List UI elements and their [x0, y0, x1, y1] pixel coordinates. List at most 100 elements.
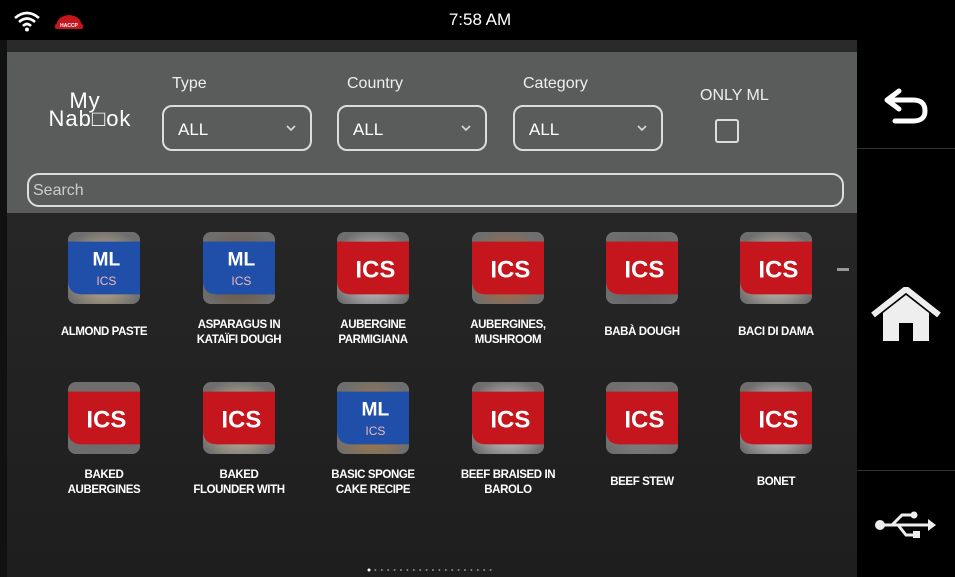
recipe-name-line1: AUBERGINE [340, 319, 406, 331]
recipe-name-line1: BAKED [84, 469, 124, 481]
recipe-tile[interactable]: ICS BEEF STEW [575, 382, 705, 517]
recipe-image: ICS [740, 232, 812, 304]
page-dot [464, 569, 466, 571]
recipe-name: BAKED AUBERGINES [37, 468, 171, 498]
recipe-name: AUBERGINES, MUSHROOM [441, 318, 575, 348]
recipe-image: ICS [203, 382, 275, 454]
ics-badge-icon: ICS [606, 391, 678, 445]
recipe-tile[interactable]: ICS BONET [709, 382, 839, 517]
chevron-down-icon [461, 125, 471, 132]
chevron-down-icon [286, 125, 296, 132]
recipe-image: ICS [606, 232, 678, 304]
recipe-name-line2: FLOUNDER WITH [193, 484, 285, 496]
recipe-tile[interactable]: ICS BEEF BRAISED IN BAROLO [441, 382, 571, 517]
clock: 7:58 AM [448, 10, 512, 29]
svg-text:ICS: ICS [490, 257, 530, 284]
recipe-tile[interactable]: ICS BABÀ DOUGH [575, 232, 705, 367]
nav-divider [857, 148, 955, 149]
only-ml-label: ONLY ML [700, 87, 769, 104]
page-dot [387, 569, 390, 571]
recipe-image: ICS [472, 382, 544, 454]
ml-ics-badge-icon: ML ICS [337, 391, 409, 445]
recipe-name-line1: BONET [756, 476, 796, 488]
page-dot [412, 569, 415, 571]
status-bar: HACCP 7:58 AM [0, 0, 955, 40]
scroll-indicator [837, 268, 849, 271]
page-dot [400, 569, 402, 571]
nav-divider [857, 470, 955, 471]
recipe-name: ASPARAGUS IN KATAÏFI DOUGH [172, 318, 306, 348]
ics-badge-icon: ICS [606, 241, 678, 295]
filter-bar: My Nab□ok Type ALL Country ALL Category … [7, 52, 857, 213]
recipe-tile[interactable]: ICS BACI DI DAMA [709, 232, 839, 367]
recipe-name-line1: BEEF BRAISED IN [460, 469, 556, 481]
recipe-name: BASIC SPONGE CAKE RECIPE [306, 468, 440, 498]
chevron-down-icon [637, 125, 647, 132]
usb-icon [875, 511, 936, 538]
svg-text:ML: ML [362, 400, 390, 421]
svg-text:ICS: ICS [490, 407, 530, 434]
recipe-name-line2: BAROLO [484, 484, 532, 496]
back-arrow-icon [884, 88, 928, 124]
page-dot [432, 569, 434, 571]
recipe-tile[interactable]: ML ICS ASPARAGUS IN KATAÏFI DOUGH [172, 232, 302, 367]
page-dot [451, 569, 454, 571]
ics-badge-icon: ICS [740, 391, 812, 445]
recipe-tile[interactable]: ML ICS BASIC SPONGE CAKE RECIPE [306, 382, 436, 517]
ics-badge-icon: ICS [472, 241, 544, 295]
app-logo: My Nab□ok [35, 90, 145, 132]
recipe-name-line1: BABÀ DOUGH [604, 326, 680, 338]
recipe-name-line1: BEEF STEW [610, 476, 674, 488]
recipe-tile[interactable]: ICS AUBERGINE PARMIGIANA [306, 232, 436, 367]
home-button[interactable] [857, 270, 955, 360]
recipe-tile[interactable]: ICS BAKED AUBERGINES [37, 382, 167, 517]
ics-badge-icon: ICS [203, 391, 275, 445]
recipe-name: BEEF BRAISED IN BAROLO [441, 468, 575, 498]
recipe-tile[interactable]: ML ICS ALMOND PASTE [37, 232, 167, 367]
recipe-name-line2: PARMIGIANA [338, 334, 408, 346]
country-dropdown[interactable]: ALL [337, 105, 487, 151]
recipe-name: BAKED FLOUNDER WITH [172, 468, 306, 498]
recipe-name: ALMOND PASTE [37, 325, 171, 340]
type-label: Type [172, 75, 207, 92]
svg-text:ICS: ICS [221, 407, 261, 434]
search-input[interactable]: Search [27, 173, 844, 207]
usb-button[interactable] [857, 480, 955, 570]
svg-text:ICS: ICS [758, 407, 798, 434]
app-screen: HACCP 7:58 AM My Nab□ok Type ALL Country… [0, 0, 955, 577]
recipe-name: BEEF STEW [575, 475, 709, 490]
category-dropdown[interactable]: ALL [513, 105, 663, 151]
page-dot [444, 569, 447, 571]
svg-text:ICS: ICS [624, 257, 664, 284]
recipe-tile[interactable]: ICS BAKED FLOUNDER WITH [172, 382, 302, 517]
recipe-name-line2: MUSHROOM [474, 334, 542, 346]
ics-badge-icon: ICS [472, 391, 544, 445]
recipe-name-line1: ALMOND PASTE [60, 326, 148, 338]
recipe-name-line2: CAKE RECIPE [335, 484, 411, 496]
back-button[interactable] [857, 60, 955, 150]
page-dot [406, 569, 409, 571]
page-indicator [367, 568, 492, 572]
svg-text:ML: ML [93, 250, 121, 271]
ics-badge-icon: ICS [337, 241, 409, 295]
recipe-image: ICS [337, 232, 409, 304]
right-nav [857, 40, 955, 577]
recipe-name-line1: BACI DI DAMA [738, 326, 814, 338]
recipe-image: ML ICS [68, 232, 140, 304]
page-dot [425, 569, 428, 571]
svg-text:ICS: ICS [758, 257, 798, 284]
country-dropdown-value: ALL [353, 120, 384, 139]
type-dropdown[interactable]: ALL [162, 105, 312, 151]
logo-line2: Nab□ok [48, 106, 132, 131]
page-dot [419, 569, 422, 571]
svg-text:ICS: ICS [624, 407, 664, 434]
page-dot [470, 569, 473, 571]
only-ml-checkbox[interactable] [715, 119, 739, 143]
recipe-tile[interactable]: ICS AUBERGINES, MUSHROOM [441, 232, 571, 367]
recipe-image: ICS [68, 382, 140, 454]
main-panel: My Nab□ok Type ALL Country ALL Category … [7, 40, 857, 577]
page-dot [483, 569, 486, 571]
category-dropdown-value: ALL [529, 120, 560, 139]
category-label: Category [523, 75, 588, 92]
svg-text:ICS: ICS [96, 274, 116, 288]
